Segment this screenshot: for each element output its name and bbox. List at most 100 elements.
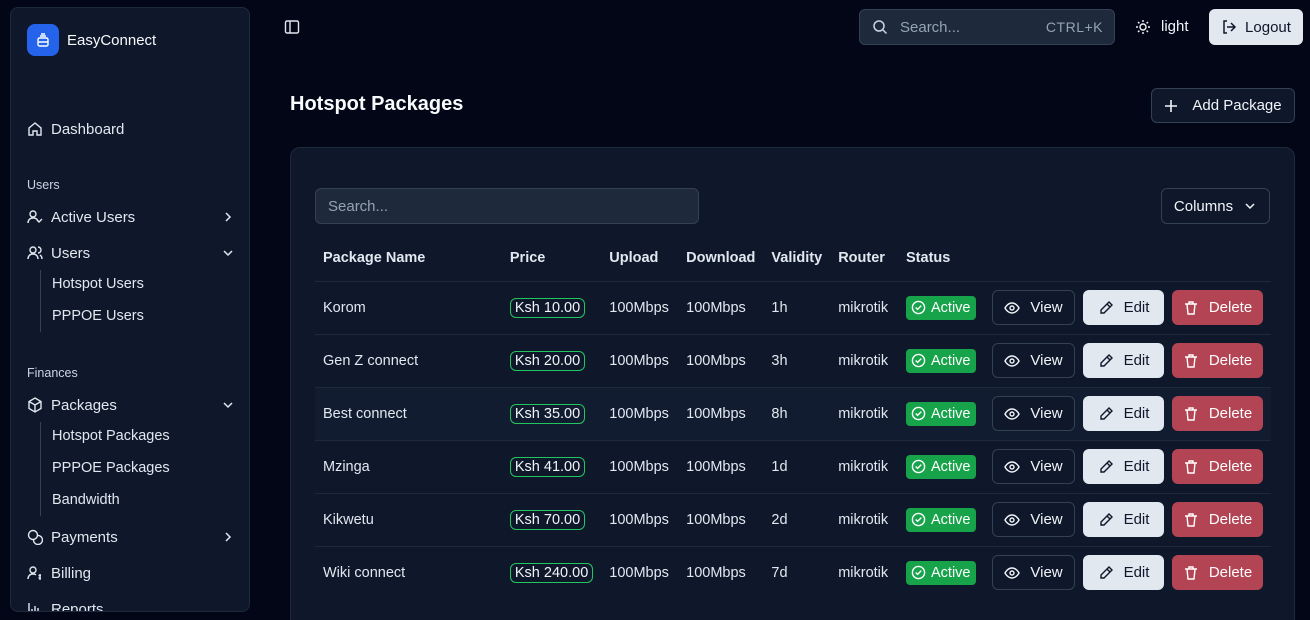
status-label: Active	[931, 564, 971, 581]
chevron-down-icon	[223, 250, 233, 257]
package-icon	[28, 397, 42, 413]
column-header[interactable]: Upload	[601, 236, 678, 281]
cell-status: Active	[898, 280, 984, 334]
cell-upload: 100Mbps	[601, 333, 679, 387]
nav-hotspot-packages[interactable]: Hotspot Packages	[52, 428, 170, 444]
nav-dashboard-label: Dashboard	[51, 120, 125, 138]
table-row[interactable]: Mzinga Ksh 41.00 100Mbps 100Mbps 1d mikrotik A…	[315, 439, 1271, 493]
trash-icon	[1184, 300, 1197, 315]
delete-button[interactable]: Delete	[1172, 343, 1263, 378]
table-header-row: Package Name Price Upload Download Valid…	[315, 236, 1271, 281]
cell-router: mikrotik	[830, 386, 899, 440]
pencil-icon	[1099, 565, 1113, 579]
chevron-right-icon	[225, 532, 232, 542]
view-button[interactable]: View	[992, 290, 1075, 325]
coins-icon	[27, 529, 43, 545]
check-circle-icon	[911, 565, 926, 580]
delete-button[interactable]: Delete	[1172, 396, 1263, 431]
nav-active-users[interactable]: Active Users	[27, 203, 235, 231]
cell-status: Active	[898, 545, 984, 599]
cell-package-name: Best connect	[315, 386, 502, 440]
logout-button[interactable]: Logout	[1209, 9, 1303, 45]
delete-label: Delete	[1208, 299, 1253, 316]
nav-users[interactable]: Users	[27, 239, 235, 267]
nav-dashboard[interactable]: Dashboard	[27, 115, 235, 143]
status-label: Active	[931, 352, 971, 369]
sidebar: EasyConnect Dashboard Users Active Users…	[10, 7, 250, 612]
page-title: Hotspot Packages	[290, 93, 464, 115]
delete-label: Delete	[1208, 405, 1253, 422]
delete-button[interactable]: Delete	[1172, 555, 1263, 591]
sidebar-toggle-icon[interactable]	[284, 19, 300, 35]
chevron-down-icon	[223, 402, 233, 409]
column-header[interactable]: Router	[830, 236, 898, 281]
global-search-input[interactable]: Search... CTRL+K	[859, 9, 1115, 45]
nav-users-label: Users	[51, 244, 91, 262]
status-badge: Active	[906, 454, 976, 479]
delete-button[interactable]: Delete	[1172, 290, 1263, 325]
brand-name: EasyConnect	[67, 31, 157, 49]
cell-router: mikrotik	[830, 439, 899, 493]
nav-hotspot-users[interactable]: Hotspot Users	[52, 276, 144, 292]
cell-download: 100Mbps	[678, 492, 764, 546]
cell-upload: 100Mbps	[601, 439, 679, 493]
cell-price: Ksh 70.00	[501, 492, 602, 546]
edit-button[interactable]: Edit	[1083, 396, 1164, 431]
edit-button[interactable]: Edit	[1083, 555, 1164, 591]
column-header[interactable]: Validity	[763, 236, 830, 281]
view-button[interactable]: View	[992, 396, 1075, 431]
cell-actions: View Edit Delete	[984, 333, 1271, 387]
edit-button[interactable]: Edit	[1083, 290, 1164, 325]
add-package-button[interactable]: Add Package	[1151, 88, 1295, 123]
nav-reports[interactable]: Reports	[27, 595, 235, 612]
check-circle-icon	[911, 459, 926, 474]
nav-billing[interactable]: Billing	[27, 559, 235, 587]
column-header[interactable]: Status	[898, 236, 984, 281]
nav-pppoe-users[interactable]: PPPOE Users	[52, 308, 144, 324]
nav-payments[interactable]: Payments	[27, 523, 235, 551]
cell-actions: View Edit Delete	[984, 492, 1271, 546]
cell-actions: View Edit Delete	[984, 386, 1271, 440]
table-row[interactable]: Wiki connect Ksh 240.00 100Mbps 100Mbps 7d mi…	[315, 545, 1271, 599]
columns-button[interactable]: Columns	[1161, 188, 1270, 224]
view-button[interactable]: View	[992, 555, 1075, 591]
cell-price: Ksh 20.00	[501, 333, 602, 387]
search-shortcut: CTRL+K	[1045, 19, 1103, 35]
nav-packages[interactable]: Packages	[27, 391, 235, 419]
nav-pppoe-packages[interactable]: PPPOE Packages	[52, 460, 170, 476]
view-button[interactable]: View	[992, 502, 1075, 537]
cell-upload: 100Mbps	[601, 280, 679, 334]
theme-toggle[interactable]: light	[1135, 18, 1189, 35]
edit-button[interactable]: Edit	[1083, 343, 1164, 378]
edit-label: Edit	[1123, 458, 1150, 475]
view-button[interactable]: View	[992, 449, 1075, 484]
view-label: View	[1030, 299, 1063, 316]
table-row[interactable]: Kikwetu Ksh 70.00 100Mbps 100Mbps 2d mikrotik…	[315, 492, 1271, 546]
price-badge: Ksh 41.00	[509, 456, 586, 477]
cell-package-name: Wiki connect	[315, 545, 502, 599]
edit-button[interactable]: Edit	[1083, 449, 1164, 484]
nav-bandwidth[interactable]: Bandwidth	[52, 492, 120, 508]
edit-button[interactable]: Edit	[1083, 502, 1164, 537]
status-label: Active	[931, 511, 971, 528]
delete-button[interactable]: Delete	[1172, 449, 1263, 484]
column-header[interactable]: Price	[502, 236, 601, 281]
delete-button[interactable]: Delete	[1172, 502, 1263, 537]
nav-reports-label: Reports	[51, 600, 104, 612]
cell-validity: 2d	[763, 492, 831, 546]
status-badge: Active	[906, 348, 976, 373]
table-row[interactable]: Gen Z connect Ksh 20.00 100Mbps 100Mbps 3h mi…	[315, 333, 1271, 387]
table-row[interactable]: Korom Ksh 10.00 100Mbps 100Mbps 1h mikrotik Ac…	[315, 280, 1271, 334]
pencil-icon	[1099, 512, 1113, 526]
table-search-input[interactable]: Search...	[315, 188, 699, 224]
table-row[interactable]: Best connect Ksh 35.00 100Mbps 100Mbps 8h mik…	[315, 386, 1271, 440]
brand[interactable]: EasyConnect	[27, 24, 156, 56]
column-header[interactable]: Download	[678, 236, 763, 281]
cell-package-name: Gen Z connect	[315, 333, 502, 387]
price-badge: Ksh 20.00	[509, 350, 586, 371]
table-search-placeholder: Search...	[328, 197, 389, 215]
chevron-down-icon	[1245, 203, 1255, 210]
packages-card: Search... Columns Package Name Price Upl…	[290, 147, 1295, 620]
column-header[interactable]: Package Name	[315, 236, 502, 281]
view-button[interactable]: View	[992, 343, 1075, 378]
